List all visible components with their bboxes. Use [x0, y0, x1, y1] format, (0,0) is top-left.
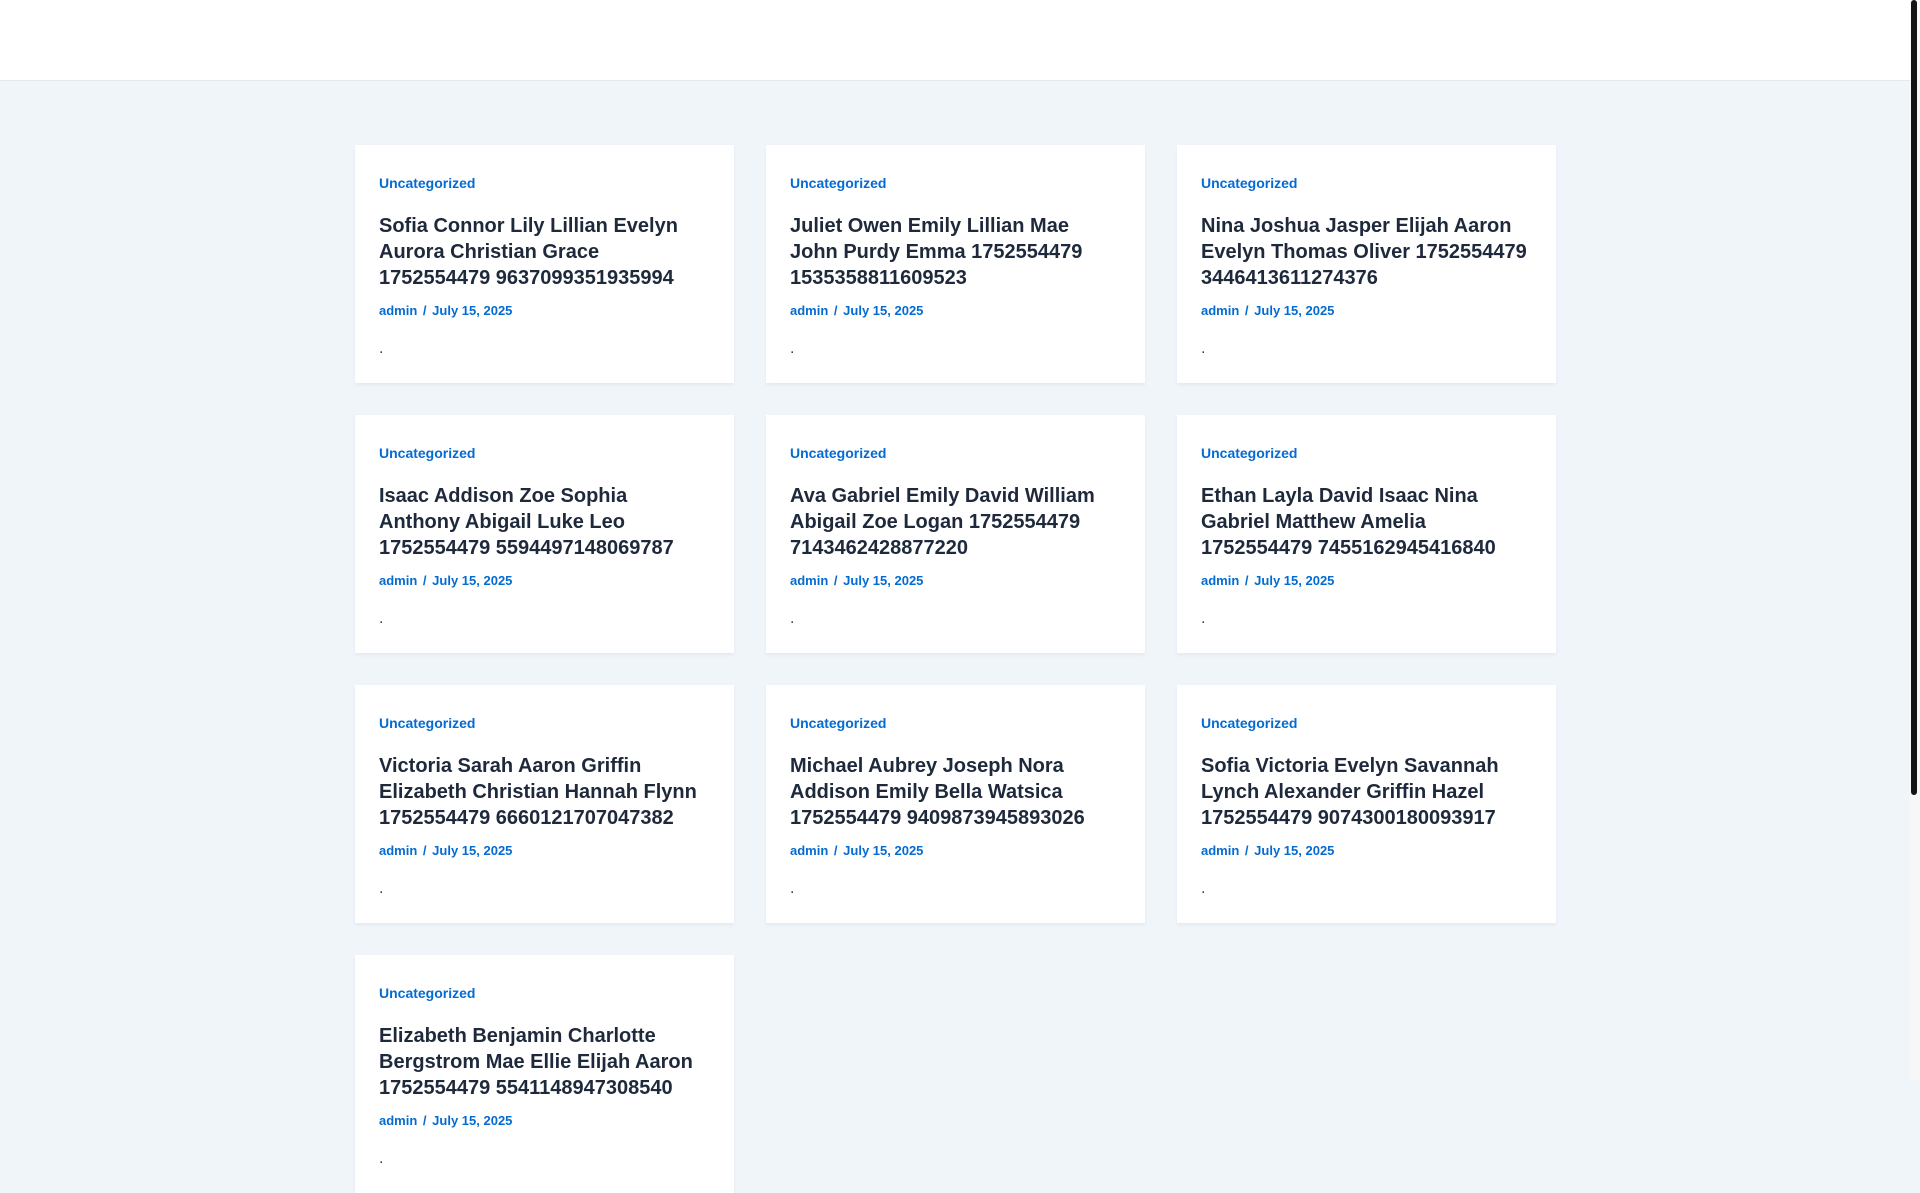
post-category-link[interactable]: Uncategorized	[1201, 175, 1297, 191]
post-meta: admin / July 15, 2025	[379, 1113, 710, 1129]
post-card: Uncategorized Sofia Connor Lily Lillian …	[355, 145, 734, 383]
post-category-link[interactable]: Uncategorized	[379, 445, 475, 461]
post-category-link[interactable]: Uncategorized	[379, 175, 475, 191]
post-meta: admin / July 15, 2025	[379, 573, 710, 589]
post-date: July 15, 2025	[1254, 303, 1335, 318]
post-meta: admin / July 15, 2025	[790, 843, 1121, 859]
post-card: Uncategorized Isaac Addison Zoe Sophia A…	[355, 415, 734, 653]
meta-separator: /	[422, 303, 427, 318]
post-title-link[interactable]: Nina Joshua Jasper Elijah Aaron Evelyn T…	[1201, 213, 1532, 291]
post-meta: admin / July 15, 2025	[1201, 573, 1532, 589]
post-title-link[interactable]: Sofia Victoria Evelyn Savannah Lynch Ale…	[1201, 753, 1532, 831]
meta-separator: /	[833, 843, 838, 858]
post-excerpt: .	[379, 340, 384, 357]
post-category-link[interactable]: Uncategorized	[1201, 715, 1297, 731]
post-card: Uncategorized Ava Gabriel Emily David Wi…	[766, 415, 1145, 653]
post-category-link[interactable]: Uncategorized	[790, 445, 886, 461]
post-excerpt: .	[790, 610, 795, 627]
post-category-link[interactable]: Uncategorized	[379, 715, 475, 731]
meta-separator: /	[1244, 303, 1249, 318]
meta-separator: /	[1244, 573, 1249, 588]
post-author-link[interactable]: admin	[790, 573, 828, 588]
meta-separator: /	[833, 573, 838, 588]
post-excerpt: .	[1201, 610, 1206, 627]
post-category-link[interactable]: Uncategorized	[1201, 445, 1297, 461]
post-card: Uncategorized Juliet Owen Emily Lillian …	[766, 145, 1145, 383]
post-author-link[interactable]: admin	[790, 303, 828, 318]
site-header	[0, 0, 1910, 81]
post-excerpt: .	[379, 610, 384, 627]
post-excerpt: .	[790, 880, 795, 897]
post-author-link[interactable]: admin	[379, 843, 417, 858]
post-date: July 15, 2025	[843, 843, 924, 858]
post-date: July 15, 2025	[843, 573, 924, 588]
post-title-link[interactable]: Ethan Layla David Isaac Nina Gabriel Mat…	[1201, 483, 1532, 561]
post-card: Uncategorized Michael Aubrey Joseph Nora…	[766, 685, 1145, 923]
scrollbar-thumb[interactable]	[1911, 0, 1917, 795]
post-title-link[interactable]: Sofia Connor Lily Lillian Evelyn Aurora …	[379, 213, 710, 291]
post-date: July 15, 2025	[843, 303, 924, 318]
post-category-link[interactable]: Uncategorized	[790, 175, 886, 191]
post-category-link[interactable]: Uncategorized	[790, 715, 886, 731]
post-meta: admin / July 15, 2025	[790, 303, 1121, 319]
meta-separator: /	[422, 573, 427, 588]
post-author-link[interactable]: admin	[1201, 303, 1239, 318]
post-meta: admin / July 15, 2025	[790, 573, 1121, 589]
post-title-link[interactable]: Isaac Addison Zoe Sophia Anthony Abigail…	[379, 483, 710, 561]
post-card: Uncategorized Ethan Layla David Isaac Ni…	[1177, 415, 1556, 653]
post-date: July 15, 2025	[432, 573, 513, 588]
post-excerpt: .	[379, 1150, 384, 1167]
vertical-scrollbar[interactable]	[1910, 0, 1920, 1080]
post-excerpt: .	[1201, 340, 1206, 357]
post-author-link[interactable]: admin	[1201, 573, 1239, 588]
post-meta: admin / July 15, 2025	[379, 843, 710, 859]
post-date: July 15, 2025	[432, 843, 513, 858]
post-meta: admin / July 15, 2025	[1201, 303, 1532, 319]
post-author-link[interactable]: admin	[379, 1113, 417, 1128]
post-title-link[interactable]: Victoria Sarah Aaron Griffin Elizabeth C…	[379, 753, 710, 831]
post-author-link[interactable]: admin	[379, 573, 417, 588]
posts-grid: Uncategorized Sofia Connor Lily Lillian …	[355, 145, 1556, 1193]
meta-separator: /	[833, 303, 838, 318]
post-category-link[interactable]: Uncategorized	[379, 985, 475, 1001]
post-card: Uncategorized Sofia Victoria Evelyn Sava…	[1177, 685, 1556, 923]
post-title-link[interactable]: Juliet Owen Emily Lillian Mae John Purdy…	[790, 213, 1121, 291]
post-card: Uncategorized Elizabeth Benjamin Charlot…	[355, 955, 734, 1193]
post-date: July 15, 2025	[1254, 843, 1335, 858]
post-title-link[interactable]: Elizabeth Benjamin Charlotte Bergstrom M…	[379, 1023, 710, 1101]
post-date: July 15, 2025	[432, 303, 513, 318]
meta-separator: /	[422, 1113, 427, 1128]
post-date: July 15, 2025	[1254, 573, 1335, 588]
post-card: Uncategorized Nina Joshua Jasper Elijah …	[1177, 145, 1556, 383]
post-author-link[interactable]: admin	[379, 303, 417, 318]
post-title-link[interactable]: Michael Aubrey Joseph Nora Addison Emily…	[790, 753, 1121, 831]
meta-separator: /	[1244, 843, 1249, 858]
post-title-link[interactable]: Ava Gabriel Emily David William Abigail …	[790, 483, 1121, 561]
post-excerpt: .	[379, 880, 384, 897]
post-author-link[interactable]: admin	[790, 843, 828, 858]
post-card: Uncategorized Victoria Sarah Aaron Griff…	[355, 685, 734, 923]
meta-separator: /	[422, 843, 427, 858]
post-author-link[interactable]: admin	[1201, 843, 1239, 858]
post-meta: admin / July 15, 2025	[379, 303, 710, 319]
post-excerpt: .	[1201, 880, 1206, 897]
post-excerpt: .	[790, 340, 795, 357]
post-meta: admin / July 15, 2025	[1201, 843, 1532, 859]
post-date: July 15, 2025	[432, 1113, 513, 1128]
